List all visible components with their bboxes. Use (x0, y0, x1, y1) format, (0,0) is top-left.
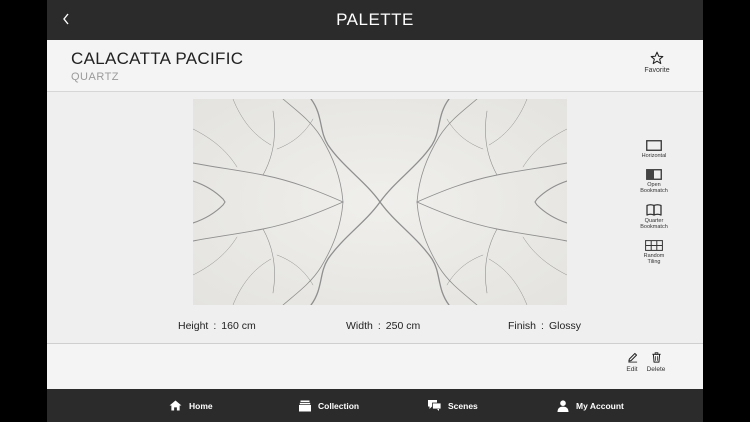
slab-preview-image (193, 99, 567, 305)
bottom-nav: Home Collection Scenes My Account (47, 389, 703, 422)
product-name: CALACATTA PACIFIC (71, 49, 244, 68)
top-bar: PALETTE (47, 0, 703, 40)
scenes-icon (428, 400, 441, 411)
nav-label: My Account (576, 400, 624, 411)
layout-option-quarter-bookmatch[interactable]: Quarter Bookmatch (631, 203, 677, 231)
spec-row: Height:160 cm Width:250 cm Finish: Glossy (47, 320, 703, 334)
spec-value: Glossy (548, 320, 582, 332)
edit-label: Edit (626, 366, 638, 373)
layout-option-label: Open Bookmatch (631, 182, 677, 195)
nav-home[interactable]: Home (169, 389, 213, 422)
delete-button[interactable]: Delete (643, 352, 669, 373)
marble-slab-image (193, 99, 567, 305)
layout-options: Horizontal Open Bookmatch Quarter Bookma… (631, 140, 677, 275)
product-type: QUARTZ (71, 71, 120, 83)
nav-my-account[interactable]: My Account (557, 389, 624, 422)
quarter-bookmatch-icon (646, 203, 662, 216)
spec-width: Width:250 cm (346, 320, 420, 332)
star-icon (650, 51, 664, 65)
spec-label: Finish (508, 320, 537, 332)
spec-height: Height:160 cm (178, 320, 256, 332)
spec-value: 160 cm (221, 320, 256, 332)
favorite-button[interactable]: Favorite (633, 51, 681, 74)
nav-scenes[interactable]: Scenes (428, 389, 478, 422)
nav-collection[interactable]: Collection (299, 389, 359, 422)
collection-icon (299, 400, 311, 411)
open-bookmatch-icon (646, 168, 662, 180)
label-line: Bookmatch (640, 188, 668, 194)
nav-label: Scenes (448, 400, 478, 411)
random-tiling-icon (645, 239, 663, 251)
spec-label: Width (346, 320, 373, 332)
main-area: Horizontal Open Bookmatch Quarter Bookma… (47, 92, 703, 343)
layout-option-label: Quarter Bookmatch (631, 218, 677, 231)
pencil-icon (627, 352, 637, 363)
horizontal-icon (646, 140, 662, 151)
app-title: PALETTE (336, 10, 414, 29)
spec-separator: : (377, 320, 381, 332)
product-header: CALACATTA PACIFIC QUARTZ Favorite (47, 40, 703, 92)
nav-label: Collection (318, 400, 360, 411)
spec-label: Height (178, 320, 209, 332)
layout-option-horizontal[interactable]: Horizontal (631, 140, 677, 160)
favorite-label: Favorite (644, 67, 670, 74)
trash-icon (651, 352, 661, 363)
app-screen: PALETTE CALACATTA PACIFIC QUARTZ Favorit… (47, 0, 703, 422)
spec-finish: Finish: Glossy (508, 320, 581, 332)
label-line: Horizontal (641, 153, 667, 159)
edit-button[interactable]: Edit (619, 352, 645, 373)
label-line: Tiling (647, 259, 661, 265)
spec-separator: : (213, 320, 217, 332)
account-icon (557, 399, 569, 412)
spec-value: 250 cm (385, 320, 421, 332)
delete-label: Delete (646, 366, 666, 373)
label-line: Bookmatch (640, 224, 668, 230)
layout-option-open-bookmatch[interactable]: Open Bookmatch (631, 168, 677, 195)
nav-label: Home (189, 400, 213, 411)
action-row: Edit Delete (47, 344, 703, 389)
home-icon (169, 400, 182, 411)
layout-option-random-tiling[interactable]: Random Tiling (631, 239, 677, 266)
layout-option-label: Horizontal (631, 153, 677, 160)
spec-separator: : (541, 320, 544, 332)
layout-option-label: Random Tiling (631, 253, 677, 266)
